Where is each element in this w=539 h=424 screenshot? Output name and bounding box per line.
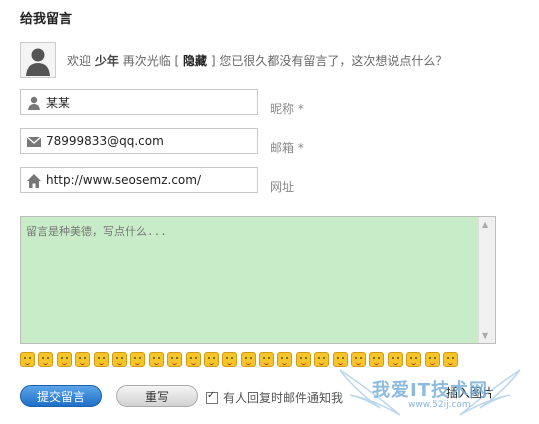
- notify-option[interactable]: 有人回复时邮件通知我: [206, 389, 343, 406]
- comment-scrollbar[interactable]: ▲ ▼: [478, 217, 495, 343]
- smiley-emoticon-icon[interactable]: [332, 352, 348, 367]
- watermark-url: www.52ij.com: [408, 400, 471, 410]
- scroll-down-arrow-icon[interactable]: ▼: [482, 331, 488, 340]
- smiley-emoticon-icon[interactable]: [75, 352, 91, 367]
- home-icon: [26, 173, 42, 189]
- hide-link[interactable]: 隐藏: [183, 54, 207, 68]
- email-input[interactable]: [46, 132, 251, 150]
- name-field[interactable]: [20, 89, 258, 115]
- smiley-emoticon-icon[interactable]: [185, 352, 201, 367]
- name-label: 昵称 *: [270, 102, 304, 116]
- default-avatar-icon: [26, 48, 50, 76]
- welcome-prefix: 欢迎: [67, 54, 92, 68]
- smiley-emoticon-icon[interactable]: [442, 352, 458, 367]
- smiley-emoticon-icon[interactable]: [38, 352, 54, 367]
- smiley-emoticon-icon[interactable]: [111, 352, 127, 367]
- comment-box[interactable]: ▲ ▼: [20, 216, 496, 344]
- smiley-emoticon-icon[interactable]: [424, 352, 440, 367]
- smiley-emoticon-icon[interactable]: [295, 352, 311, 367]
- smiley-emoticon-icon[interactable]: [93, 352, 109, 367]
- smiley-emoticon-icon[interactable]: [259, 352, 275, 367]
- smiley-emoticon-icon[interactable]: [369, 352, 385, 367]
- welcome-suffix: ] 您已很久都没有留言了，这次想说点什么？: [210, 54, 448, 68]
- welcome-middle: 再次光临 [: [122, 54, 180, 68]
- user-icon: [26, 95, 42, 111]
- smiley-emoticon-icon[interactable]: [56, 352, 72, 367]
- submit-button[interactable]: 提交留言: [20, 385, 102, 407]
- smiley-emoticon-icon[interactable]: [222, 352, 238, 367]
- website-field[interactable]: [20, 167, 258, 193]
- smiley-emoticon-icon[interactable]: [130, 352, 146, 367]
- smiley-emoticon-icon[interactable]: [314, 352, 330, 367]
- welcome-username: 少年: [94, 54, 119, 68]
- mail-icon: [26, 134, 42, 150]
- notify-checkbox[interactable]: [206, 390, 218, 404]
- smiley-emoticon-icon[interactable]: [351, 352, 367, 367]
- name-input[interactable]: [46, 93, 251, 111]
- smiley-emoticon-icon[interactable]: [277, 352, 293, 367]
- smiley-emoticon-icon[interactable]: [240, 352, 256, 367]
- comment-textarea[interactable]: [21, 217, 479, 343]
- reset-button[interactable]: 重写: [116, 385, 198, 407]
- smiley-bar: [20, 352, 461, 368]
- smiley-emoticon-icon[interactable]: [148, 352, 164, 367]
- smiley-emoticon-icon[interactable]: [406, 352, 422, 367]
- email-label: 邮箱 *: [270, 141, 304, 155]
- website-label: 网址: [270, 180, 295, 194]
- smiley-emoticon-icon[interactable]: [167, 352, 183, 367]
- smiley-emoticon-icon[interactable]: [203, 352, 219, 367]
- smiley-emoticon-icon[interactable]: [20, 352, 35, 367]
- welcome-message: 欢迎 少年 再次光临 [ 隐藏 ] 您已很久都没有留言了，这次想说点什么？: [67, 52, 447, 69]
- website-input[interactable]: [46, 171, 251, 189]
- smiley-emoticon-icon[interactable]: [387, 352, 403, 367]
- notify-label: 有人回复时邮件通知我: [223, 391, 344, 405]
- watermark-text: 我爱IT技术网: [372, 380, 488, 401]
- form-title: 给我留言: [20, 12, 73, 27]
- avatar: [20, 42, 56, 78]
- scroll-up-arrow-icon[interactable]: ▲: [482, 220, 488, 229]
- email-field[interactable]: [20, 128, 258, 154]
